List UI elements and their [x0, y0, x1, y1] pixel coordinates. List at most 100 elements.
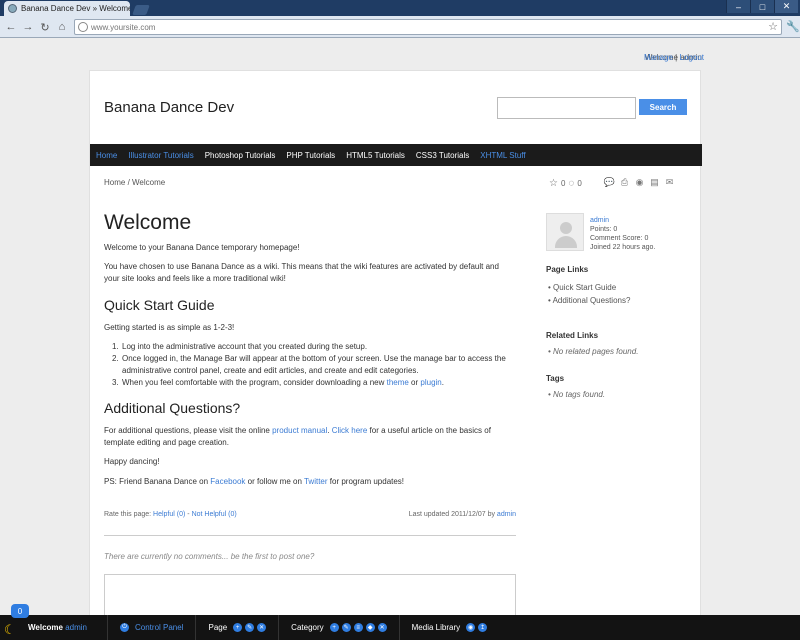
author-link[interactable]: admin: [497, 511, 516, 518]
list-category-icon[interactable]: ≡: [353, 623, 363, 632]
move-category-icon[interactable]: ◆: [365, 623, 375, 632]
list-item: 3. When you feel comfortable with the pro…: [112, 378, 444, 387]
tab-title: Banana Dance Dev » Welcome: [21, 4, 130, 13]
email-icon[interactable]: ✉: [664, 177, 675, 188]
page-links-list: • Quick Start Guide • Additional Questio…: [548, 281, 630, 307]
plugin-link[interactable]: plugin: [420, 378, 441, 387]
steps-list: 1. Log into the administrative account th…: [112, 341, 512, 389]
bookmark-star-icon[interactable]: ☆: [768, 20, 778, 33]
minimize-button[interactable]: –: [726, 0, 750, 13]
delete-page-icon[interactable]: ✕: [257, 623, 267, 632]
list-item[interactable]: • Quick Start Guide: [548, 281, 630, 294]
list-item[interactable]: • Additional Questions?: [548, 294, 630, 307]
twitter-link[interactable]: Twitter: [304, 477, 328, 486]
nav-home[interactable]: Home: [96, 151, 117, 160]
window-controls: – □ ✕: [726, 0, 798, 13]
rate-bar: Rate this page: Helpful (0) - Not Helpfu…: [104, 511, 516, 518]
print-icon[interactable]: ⎙: [619, 177, 630, 188]
share-icon[interactable]: ◉: [634, 177, 645, 188]
facebook-link[interactable]: Facebook: [210, 477, 245, 486]
browser-tab[interactable]: Banana Dance Dev » Welcome ×: [4, 1, 130, 16]
quick-start-heading: Quick Start Guide: [104, 297, 215, 313]
url-input[interactable]: [91, 21, 741, 33]
page-title: Welcome: [104, 211, 192, 234]
address-bar[interactable]: ☆: [74, 19, 782, 35]
search-button[interactable]: Search: [639, 99, 687, 115]
delete-category-icon[interactable]: ✕: [377, 623, 387, 632]
home-icon[interactable]: ⌂: [55, 20, 69, 34]
happy-text: Happy dancing!: [104, 457, 160, 466]
add-page-icon[interactable]: +: [233, 623, 243, 632]
breadcrumb: Home / Welcome: [104, 178, 166, 187]
manage-bar-user[interactable]: admin: [65, 623, 87, 632]
manage-bar: Welcome admin ⏻ Control Panel Page + ✎ ✕…: [0, 615, 800, 640]
forward-icon[interactable]: →: [21, 20, 35, 34]
helpful-link[interactable]: Helpful (0): [153, 511, 185, 518]
list-item: • No related pages found.: [548, 347, 639, 356]
close-window-button[interactable]: ✕: [774, 0, 798, 13]
account-divider: |: [675, 53, 678, 62]
account-links: Manage | Logout: [644, 53, 704, 62]
nav-xhtml[interactable]: XHTML Stuff: [480, 151, 525, 160]
comment-count-icon[interactable]: ◌: [568, 178, 574, 189]
comment-icon[interactable]: 💬: [604, 177, 615, 188]
nav-html5[interactable]: HTML5 Tutorials: [346, 151, 405, 160]
no-comments-text: There are currently no comments... be th…: [104, 552, 315, 561]
edit-page-icon[interactable]: ✎: [245, 623, 255, 632]
main-nav: Home Illustrator Tutorials Photoshop Tut…: [90, 144, 702, 166]
notification-badge[interactable]: 0: [11, 604, 29, 618]
avatar: [546, 213, 584, 251]
related-links-heading: Related Links: [546, 331, 599, 340]
media-section: Media Library ◉ ↥: [398, 615, 499, 640]
page-section: Page + ✎ ✕: [195, 615, 278, 640]
related-links-list: • No related pages found.: [548, 345, 638, 358]
logout-link[interactable]: Logout: [679, 53, 703, 62]
star-count: 0: [560, 179, 566, 188]
tags-heading: Tags: [546, 374, 565, 383]
media-browse-icon[interactable]: ◉: [466, 623, 476, 632]
new-tab-button[interactable]: [132, 5, 150, 15]
control-panel-icon[interactable]: ⏻: [120, 623, 129, 632]
site-title[interactable]: Banana Dance Dev: [104, 99, 234, 116]
control-panel-section[interactable]: ⏻ Control Panel: [107, 615, 195, 640]
page-tools: 💬 ⎙ ◉ ▤ ✉: [604, 177, 675, 188]
rating-summary: ☆ 0 ◌ 0: [549, 178, 582, 189]
nav-photoshop[interactable]: Photoshop Tutorials: [205, 151, 276, 160]
nav-css3[interactable]: CSS3 Tutorials: [416, 151, 469, 160]
star-icon[interactable]: ☆: [549, 178, 558, 189]
list-item: 2. Once logged in, the Manage Bar will ap…: [112, 354, 506, 375]
questions-paragraph: For additional questions, please visit t…: [104, 426, 491, 447]
control-panel-link[interactable]: Control Panel: [135, 623, 183, 632]
ps-paragraph: PS: Friend Banana Dance on Facebook or f…: [104, 477, 405, 486]
edit-category-icon[interactable]: ✎: [341, 623, 351, 632]
list-item: • No tags found.: [548, 390, 606, 399]
divider: [104, 535, 516, 536]
getting-started-text: Getting started is as simple as 1-2-3!: [104, 323, 235, 332]
maximize-button[interactable]: □: [750, 0, 774, 13]
banana-logo-icon[interactable]: ☾: [4, 622, 20, 637]
page-card: Banana Dance Dev Search Home Illustrator…: [89, 70, 702, 631]
manage-link[interactable]: Manage: [644, 53, 673, 62]
nav-illustrator[interactable]: Illustrator Tutorials: [128, 151, 193, 160]
product-manual-link[interactable]: product manual: [272, 426, 327, 435]
wiki-paragraph: You have chosen to use Banana Dance as a…: [104, 262, 499, 283]
comment-count: 0: [577, 179, 582, 188]
add-category-icon[interactable]: +: [329, 623, 339, 632]
back-icon[interactable]: ←: [4, 20, 18, 34]
questions-heading: Additional Questions?: [104, 400, 241, 416]
pdf-icon[interactable]: ▤: [649, 177, 660, 188]
user-name-link[interactable]: admin: [590, 216, 655, 225]
theme-link[interactable]: theme: [387, 378, 409, 387]
media-upload-icon[interactable]: ↥: [478, 623, 488, 632]
wrench-icon[interactable]: 🔧: [786, 20, 800, 33]
search-input[interactable]: [497, 97, 636, 119]
click-here-link[interactable]: Click here: [332, 426, 368, 435]
favicon-icon: [8, 4, 17, 13]
manage-bar-welcome: Welcome admin: [28, 623, 87, 632]
globe-icon: [78, 22, 88, 32]
media-library-label: Media Library: [411, 623, 461, 632]
nav-php[interactable]: PHP Tutorials: [286, 151, 335, 160]
page-label: Page: [208, 623, 228, 632]
reload-icon[interactable]: ↻: [38, 20, 52, 34]
not-helpful-link[interactable]: Not Helpful (0): [192, 511, 237, 518]
